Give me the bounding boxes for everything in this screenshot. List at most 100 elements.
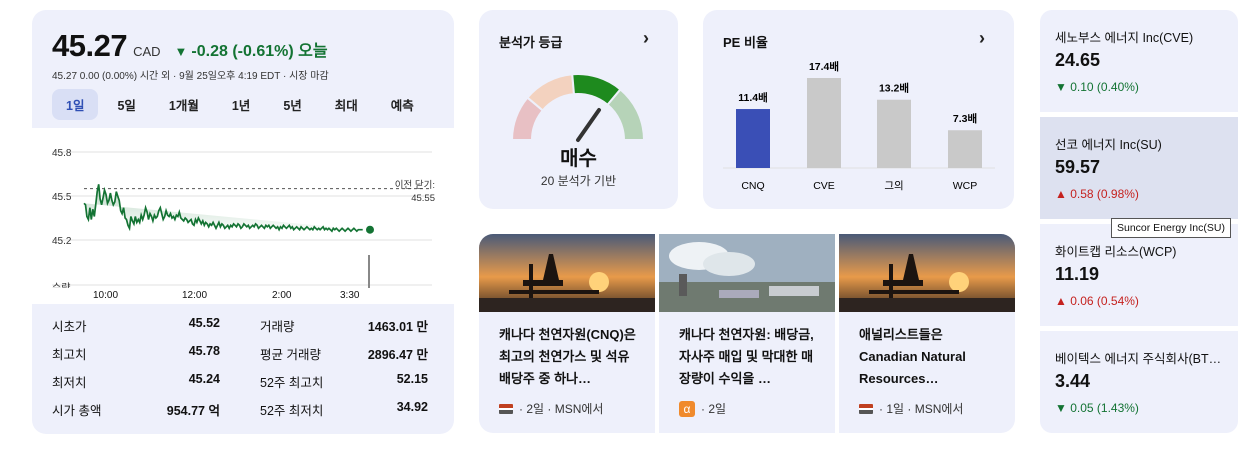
stock-change: ▼ 0.05 (1.43%) xyxy=(1055,401,1139,415)
last-price-dot xyxy=(366,225,374,234)
tooltip: Suncor Energy Inc(SU) xyxy=(1111,218,1231,238)
x-tick-label: 3:30 xyxy=(340,290,360,301)
stat-row: 평균 거래량 2896.47 만 xyxy=(260,344,428,363)
stock-change: ▲ 0.58 (0.98%) xyxy=(1055,187,1139,201)
related-stock-item[interactable]: 선코 에너지 Inc(SU) 59.57 ▲ 0.58 (0.98%) xyxy=(1040,117,1238,219)
stock-name: 베이텍스 에너지 주식회사(BT… xyxy=(1055,352,1222,366)
stock-price: 24.65 xyxy=(1055,50,1101,70)
stat-value: 45.78 xyxy=(188,344,220,358)
tab-1m[interactable]: 1개월 xyxy=(155,89,213,120)
pe-category-label: CNQ xyxy=(741,180,764,192)
y-tick-label: 45.2 xyxy=(52,236,72,247)
stat-row: 최저치 45.24 xyxy=(52,372,220,391)
pe-category-label: CVE xyxy=(813,180,835,192)
news-thumbnail xyxy=(479,234,655,312)
stat-label: 52주 최저치 xyxy=(260,404,324,418)
stat-row: 최고치 45.78 xyxy=(52,344,220,363)
news-thumbnail xyxy=(839,234,1015,312)
y-tick-label: 45.8 xyxy=(52,148,72,159)
source-logo-icon xyxy=(859,403,873,414)
news-title[interactable]: 캐나다 천연자원(CNQ)은 최고의 천연가스 및 석유 배당주 중 하나… xyxy=(499,324,641,390)
stat-value: 34.92 xyxy=(396,400,428,414)
stat-row: 52주 최고치 52.15 xyxy=(260,372,428,391)
stock-quote-card: 45.27 CAD ▼ -0.28 (-0.61%) 오늘 45.27 0.00 … xyxy=(32,10,454,434)
gauge-needle xyxy=(576,108,601,142)
source-logo-icon xyxy=(499,403,513,414)
pe-ratio-card[interactable]: PE 비율 › 11.4배 CNQ 17.4배 CVE 13.2배 그의 7.3배 WCP xyxy=(703,10,1014,209)
pe-bar xyxy=(807,78,841,168)
change-period: 오늘 xyxy=(298,43,328,60)
stock-price: 3.44 xyxy=(1055,371,1091,391)
change-value: -0.28 (-0.61%) xyxy=(191,43,294,60)
x-tick-label: 10:00 xyxy=(93,290,119,301)
stock-change: ▲ 0.06 (0.54%) xyxy=(1055,294,1139,308)
tab-5y[interactable]: 5년 xyxy=(269,89,315,120)
prev-close-value: 45.55 xyxy=(411,193,435,204)
stat-label: 시가 총액 xyxy=(52,404,102,418)
analyst-rating-card[interactable]: 분석가 등급 › 매수 20 분석가 기반 xyxy=(479,10,678,209)
stat-row: 52주 최저치 34.92 xyxy=(260,400,428,419)
stat-value: 45.52 xyxy=(188,316,220,330)
source-logo-icon: α xyxy=(679,400,695,417)
y-tick-label: 45.5 xyxy=(52,192,72,203)
stat-value: 1463.01 만 xyxy=(367,320,428,334)
pe-value-label: 11.4배 xyxy=(738,91,768,104)
news-card[interactable]: 캐나다 천연자원(CNQ)은 최고의 천연가스 및 석유 배당주 중 하나… ·… xyxy=(479,234,655,433)
tab-max[interactable]: 최대 xyxy=(321,89,372,120)
pe-bar xyxy=(948,130,982,168)
tab-1y[interactable]: 1년 xyxy=(218,89,264,120)
stock-name: 세노부스 에너지 Inc(CVE) xyxy=(1055,31,1194,45)
stat-label: 최고치 xyxy=(52,348,87,362)
related-stock-item[interactable]: 세노부스 에너지 Inc(CVE) 24.65 ▼ 0.10 (0.40%) xyxy=(1040,10,1238,112)
chevron-right-icon[interactable]: › xyxy=(643,28,649,49)
news-title[interactable]: 애널리스트들은 Canadian Natural Resources… xyxy=(859,324,1001,390)
x-tick-label: 2:00 xyxy=(272,290,292,301)
down-arrow-icon: ▼ xyxy=(174,44,188,59)
after-hours-info: 45.27 0.00 (0.00%) 시간 외 · 9월 25일오후 4:19 … xyxy=(52,71,329,82)
rating-basis: 20 분석가 기반 xyxy=(540,174,617,188)
stock-name: 화이트캡 리소스(WCP) xyxy=(1055,245,1177,259)
tab-5d[interactable]: 5일 xyxy=(103,89,149,120)
stock-price: 11.19 xyxy=(1055,264,1100,284)
price-change: ▼ -0.28 (-0.61%) 오늘 xyxy=(175,37,328,61)
stat-label: 거래량 xyxy=(260,320,295,334)
news-title[interactable]: 캐나다 천연자원: 배당금, 자사주 매입 및 막대한 매장량이 수익을 … xyxy=(679,324,821,390)
news-card[interactable]: 캐나다 천연자원: 배당금, 자사주 매입 및 막대한 매장량이 수익을 … α… xyxy=(659,234,835,433)
stat-label: 최저치 xyxy=(52,376,87,390)
pe-bar-chart: 11.4배 CNQ 17.4배 CVE 13.2배그의 7.3배 WCP xyxy=(723,60,995,192)
stat-row: 거래량 1463.01 만 xyxy=(260,316,428,335)
gauge-segment xyxy=(606,88,646,141)
stat-value: 2896.47 만 xyxy=(367,348,428,362)
stock-change: ▼ 0.10 (0.40%) xyxy=(1055,80,1139,94)
news-meta: · 1일 · MSN에서 xyxy=(859,400,963,417)
news-meta: α · 2일 xyxy=(679,400,726,417)
price-chart-svg: 45.8 45.5 45.2 수량 이전 닫기: 45.55 xyxy=(52,148,435,294)
current-price: 45.27 xyxy=(52,28,128,63)
news-thumbnail xyxy=(659,234,835,312)
pe-category-label: WCP xyxy=(953,180,978,192)
price-chart[interactable]: 45.8 45.5 45.2 수량 이전 닫기: 45.55 xyxy=(32,128,454,300)
x-tick-label: 12:00 xyxy=(182,290,208,301)
stat-label: 52주 최고치 xyxy=(260,376,324,390)
stat-row: 시초가 45.52 xyxy=(52,316,220,335)
x-axis: 10:00 12:00 2:00 3:30 xyxy=(32,288,454,304)
analyst-title: 분석가 등급 xyxy=(499,35,563,50)
pe-value-label: 17.4배 xyxy=(809,60,839,73)
stat-value: 954.77 억 xyxy=(166,404,220,418)
stat-value: 52.15 xyxy=(396,372,428,386)
currency: CAD xyxy=(133,44,161,59)
tab-1d[interactable]: 1일 xyxy=(52,89,99,120)
rating-label: 매수 xyxy=(560,148,597,170)
prev-close-label: 이전 닫기: xyxy=(395,179,435,191)
news-meta: · 2일 · MSN에서 xyxy=(499,400,603,417)
tab-forecast[interactable]: 예측 xyxy=(377,89,428,120)
related-stock-item[interactable]: 베이텍스 에너지 주식회사(BT… 3.44 ▼ 0.05 (1.43%) xyxy=(1040,331,1238,433)
pe-bar xyxy=(736,109,770,168)
news-card[interactable]: 애널리스트들은 Canadian Natural Resources… · 1일… xyxy=(839,234,1015,433)
price-row: 45.27 CAD ▼ -0.28 (-0.61%) 오늘 xyxy=(52,28,328,64)
pe-value-label: 13.2배 xyxy=(879,82,909,95)
gauge-arcs xyxy=(510,73,646,141)
stat-label: 평균 거래량 xyxy=(260,348,321,362)
pe-value-label: 7.3배 xyxy=(953,112,977,125)
related-stock-item[interactable]: 화이트캡 리소스(WCP) 11.19 ▲ 0.06 (0.54%) xyxy=(1040,224,1238,326)
